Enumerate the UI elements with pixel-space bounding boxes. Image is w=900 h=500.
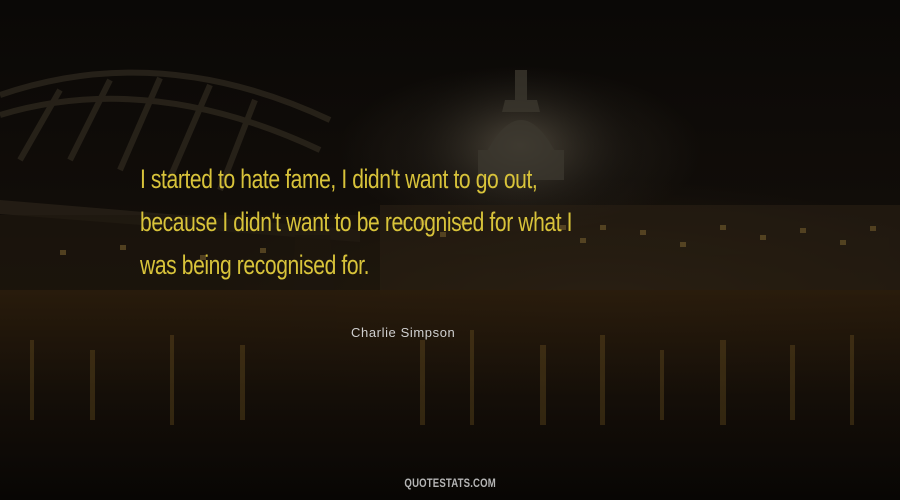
river-water — [0, 290, 900, 500]
quote-line: because I didn't want to be recognised f… — [140, 207, 573, 237]
quote-author: Charlie Simpson — [351, 325, 456, 340]
quote-card: I started to hate fame, I didn't want to… — [0, 0, 900, 500]
quote-line: was being recognised for. — [140, 250, 370, 280]
quote-text: I started to hate fame, I didn't want to… — [140, 158, 780, 287]
site-watermark: QUOTESTATS.COM — [0, 476, 900, 490]
quote-line: I started to hate fame, I didn't want to… — [140, 164, 538, 194]
site-watermark-text: QUOTESTATS.COM — [404, 476, 496, 490]
